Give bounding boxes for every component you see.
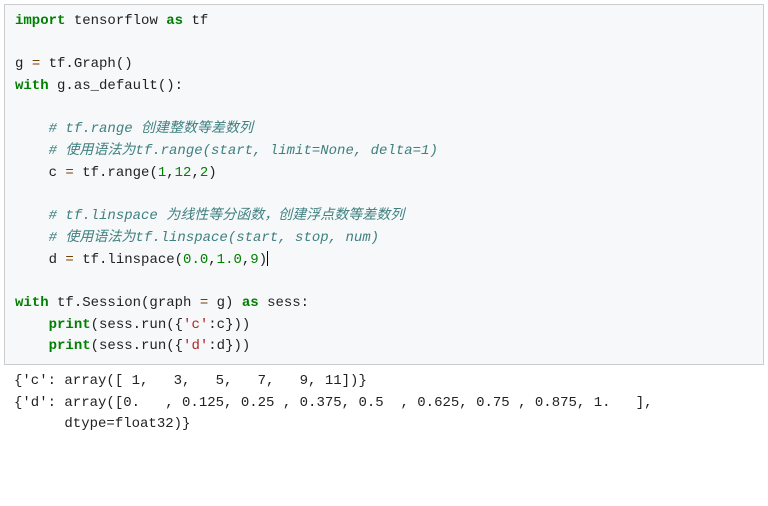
comment: # tf.linspace 为线性等分函数，创建浮点数等差数列: [49, 208, 405, 224]
alias-name: tf: [191, 13, 208, 29]
keyword-import: import: [15, 13, 65, 29]
equals: =: [200, 295, 208, 311]
indent: [15, 338, 49, 354]
expr: tf.Session(graph: [49, 295, 200, 311]
code-line-5-blank: [15, 98, 753, 120]
expr: (sess.run({: [91, 338, 183, 354]
code-line-7: # 使用语法为tf.range(start, limit=None, delta…: [15, 141, 753, 163]
keyword-with: with: [15, 295, 49, 311]
number: 12: [175, 165, 192, 181]
number: 1.0: [217, 252, 242, 268]
expr: sess:: [259, 295, 309, 311]
comment: # 使用语法为tf.range(start, limit=None, delta…: [49, 143, 438, 159]
var-c: c: [49, 165, 66, 181]
code-block: import tensorflow as tf g = tf.Graph() w…: [4, 4, 764, 365]
code-line-13-blank: [15, 271, 753, 293]
space: [65, 13, 73, 29]
paren-close: ): [259, 252, 267, 268]
comment: # 使用语法为tf.linspace(start, stop, num): [49, 230, 379, 246]
string: 'c': [183, 317, 208, 333]
module-name: tensorflow: [74, 13, 158, 29]
code-line-9-blank: [15, 185, 753, 207]
number: 0.0: [183, 252, 208, 268]
equals: =: [65, 252, 73, 268]
indent: [15, 208, 49, 224]
indent: [15, 230, 49, 246]
keyword-as: as: [166, 13, 183, 29]
code-line-12: d = tf.linspace(0.0,1.0,9): [15, 250, 753, 272]
code-line-1: import tensorflow as tf: [15, 11, 753, 33]
indent: [15, 317, 49, 333]
keyword-as: as: [242, 295, 259, 311]
expr: :d})): [208, 338, 250, 354]
expr: tf.Graph(): [40, 56, 132, 72]
output-line-3: dtype=float32)}: [14, 414, 754, 436]
keyword-with: with: [15, 78, 49, 94]
comment: # tf.range 创建整数等差数列: [49, 121, 253, 137]
indent: [15, 165, 49, 181]
space: [158, 13, 166, 29]
var-g: g: [15, 56, 32, 72]
number: 1: [158, 165, 166, 181]
expr: g): [208, 295, 242, 311]
code-line-6: # tf.range 创建整数等差数列: [15, 119, 753, 141]
expr: :c})): [208, 317, 250, 333]
expr: (sess.run({: [91, 317, 183, 333]
comma: ,: [166, 165, 174, 181]
equals: =: [65, 165, 73, 181]
var-d: d: [49, 252, 66, 268]
paren-close: ): [208, 165, 216, 181]
text-cursor: [267, 251, 268, 266]
indent: [15, 252, 49, 268]
code-line-15: print(sess.run({'c':c})): [15, 315, 753, 337]
code-line-3: g = tf.Graph(): [15, 54, 753, 76]
code-line-8: c = tf.range(1,12,2): [15, 163, 753, 185]
code-line-2-blank: [15, 33, 753, 55]
print-fn: print: [49, 317, 91, 333]
output-line-2: {'d': array([0. , 0.125, 0.25 , 0.375, 0…: [14, 393, 754, 415]
indent: [15, 121, 49, 137]
equals: =: [32, 56, 40, 72]
code-line-14: with tf.Session(graph = g) as sess:: [15, 293, 753, 315]
print-fn: print: [49, 338, 91, 354]
number: 9: [250, 252, 258, 268]
code-line-10: # tf.linspace 为线性等分函数，创建浮点数等差数列: [15, 206, 753, 228]
code-line-4: with g.as_default():: [15, 76, 753, 98]
string: 'd': [183, 338, 208, 354]
code-line-11: # 使用语法为tf.linspace(start, stop, num): [15, 228, 753, 250]
comma: ,: [191, 165, 199, 181]
expr: g.as_default():: [49, 78, 183, 94]
comma: ,: [208, 252, 216, 268]
output-line-1: {'c': array([ 1, 3, 5, 7, 9, 11])}: [14, 371, 754, 393]
indent: [15, 143, 49, 159]
code-line-16: print(sess.run({'d':d})): [15, 336, 753, 358]
expr: tf.linspace(: [74, 252, 183, 268]
expr: tf.range(: [74, 165, 158, 181]
output-block: {'c': array([ 1, 3, 5, 7, 9, 11])} {'d':…: [4, 369, 764, 438]
